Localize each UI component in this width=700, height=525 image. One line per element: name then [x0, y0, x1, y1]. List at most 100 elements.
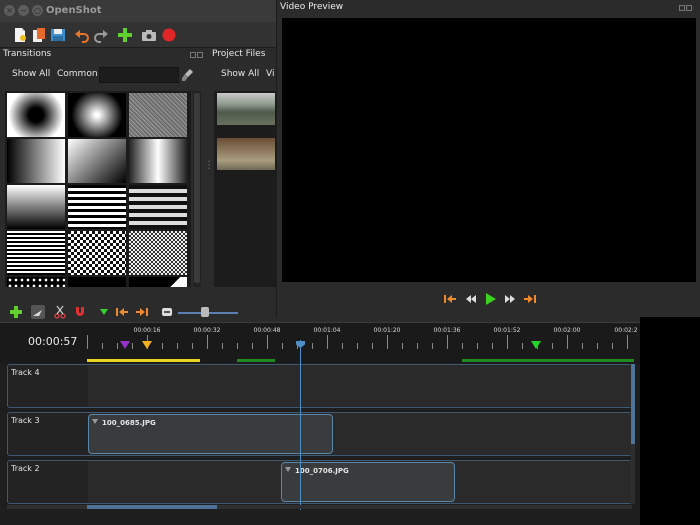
timeline-ruler[interactable]: 00:00:57 00:00:16 00:00:32 00:00:48 00:0… — [0, 323, 640, 363]
new-project-icon[interactable] — [12, 27, 28, 43]
track-2[interactable]: Track 2 100_0706.JPG — [7, 460, 632, 504]
clip-menu-icon[interactable] — [285, 467, 291, 472]
ruler-tick — [522, 343, 523, 349]
transition-thumbnail[interactable] — [68, 139, 126, 183]
ruler-tick — [267, 335, 268, 349]
ruler-tick — [237, 343, 238, 349]
ruler-tick — [192, 343, 193, 349]
track-label: Track 2 — [11, 464, 40, 473]
track-3[interactable]: Track 3 100_0685.JPG — [7, 412, 632, 456]
panel-splitter-handle[interactable]: ⋮ — [204, 160, 214, 180]
ruler-tick — [282, 343, 283, 349]
transition-thumbnail[interactable] — [7, 93, 65, 137]
transition-thumbnail[interactable] — [129, 185, 187, 229]
open-project-icon[interactable] — [31, 27, 47, 43]
preview-panel-buttons[interactable] — [679, 4, 695, 12]
track-4[interactable]: Track 4 — [7, 364, 632, 408]
close-window-icon[interactable]: × — [4, 5, 15, 16]
project-files-show-all-button[interactable]: Show All — [221, 69, 259, 79]
minimize-window-icon[interactable]: − — [18, 5, 29, 16]
rewind-icon[interactable] — [464, 292, 478, 306]
profile-icon[interactable] — [141, 27, 157, 43]
playhead-line[interactable] — [300, 340, 301, 510]
ruler-tick — [327, 335, 328, 349]
file-thumbnail[interactable] — [217, 93, 275, 125]
transitions-common-button[interactable]: Common — [57, 69, 98, 79]
jump-start-icon[interactable] — [443, 292, 457, 306]
transition-thumbnail[interactable] — [7, 231, 65, 275]
timeline: 00:00:57 00:00:16 00:00:32 00:00:48 00:0… — [0, 322, 640, 525]
snapping-icon[interactable] — [73, 305, 87, 319]
file-thumbnail[interactable] — [217, 138, 275, 170]
ruler-tick — [162, 343, 163, 349]
maximize-window-icon[interactable]: ○ — [32, 5, 43, 16]
marker-yellow[interactable] — [142, 341, 152, 349]
clip[interactable]: 100_0706.JPG — [281, 462, 455, 502]
transitions-filter-input[interactable] — [99, 67, 179, 83]
playback-controls — [277, 282, 700, 317]
video-canvas[interactable] — [282, 18, 696, 282]
ruler-tick — [432, 343, 433, 349]
transitions-show-all-button[interactable]: Show All — [12, 69, 50, 79]
ruler-tick — [207, 335, 208, 349]
track-lane[interactable] — [88, 365, 631, 407]
save-project-icon[interactable] — [50, 27, 66, 43]
fast-forward-icon[interactable] — [503, 292, 517, 306]
track-label: Track 3 — [11, 416, 40, 425]
tick-label: 00:00:32 — [193, 327, 221, 334]
transition-thumbnail[interactable] — [129, 277, 187, 287]
project-files-panel-header: Project Files — [210, 48, 276, 62]
project-files-title: Project Files — [212, 49, 266, 59]
project-files-list — [214, 91, 276, 287]
record-icon[interactable] — [161, 27, 177, 43]
transition-thumbnail[interactable] — [129, 231, 187, 275]
title-bar: × − ○ OpenShot — [0, 0, 276, 22]
transition-thumbnail[interactable] — [129, 93, 187, 137]
timeline-toolbar — [0, 302, 276, 322]
add-track-icon[interactable] — [9, 305, 23, 319]
play-icon[interactable] — [483, 292, 497, 306]
transition-thumbnail[interactable] — [129, 139, 187, 183]
arrow-icon[interactable] — [31, 305, 45, 319]
ruler-tick — [342, 343, 343, 349]
transition-thumbnail[interactable] — [7, 185, 65, 229]
transition-thumbnail[interactable] — [68, 277, 126, 287]
transition-thumbnail[interactable] — [68, 93, 126, 137]
marker-green[interactable] — [531, 341, 541, 349]
ruler-tick — [117, 343, 118, 349]
transitions-grid — [5, 91, 191, 287]
clip[interactable]: 100_0685.JPG — [88, 414, 333, 454]
transitions-filter-bar: Show All Common — [0, 66, 210, 86]
timeline-vertical-scrollbar[interactable] — [631, 364, 635, 504]
transition-thumbnail[interactable] — [7, 139, 65, 183]
tick-label: 00:01:04 — [313, 327, 341, 334]
project-files-video-button[interactable]: Vi — [266, 69, 274, 79]
redo-icon[interactable] — [93, 27, 109, 43]
razor-icon[interactable] — [53, 305, 67, 319]
ruler-tick — [597, 343, 598, 349]
transition-thumbnail[interactable] — [68, 185, 126, 229]
timeline-horizontal-scrollbar[interactable] — [7, 505, 632, 509]
ruler-tick — [447, 335, 448, 349]
marker-purple[interactable] — [120, 341, 130, 349]
import-files-icon[interactable] — [117, 27, 133, 43]
transitions-panel-header: Transitions — [0, 48, 210, 62]
clear-filter-icon[interactable] — [181, 68, 195, 82]
tick-label: 00:01:36 — [433, 327, 461, 334]
tick-label: 00:00:48 — [253, 327, 281, 334]
next-marker-icon[interactable] — [135, 305, 149, 319]
track-label: Track 4 — [11, 368, 40, 377]
ruler-tick — [222, 343, 223, 349]
clip-menu-icon[interactable] — [92, 419, 98, 424]
transition-thumbnail[interactable] — [7, 277, 65, 287]
jump-end-icon[interactable] — [523, 292, 537, 306]
transitions-scrollbar[interactable] — [193, 91, 201, 287]
add-marker-icon[interactable] — [97, 305, 111, 319]
ruler-tick — [177, 343, 178, 349]
undo-icon[interactable] — [74, 27, 90, 43]
previous-marker-icon[interactable] — [115, 305, 129, 319]
video-preview-title: Video Preview — [280, 2, 344, 12]
transition-thumbnail[interactable] — [68, 231, 126, 275]
transitions-panel-buttons[interactable] — [190, 51, 206, 59]
zoom-slider-handle[interactable] — [201, 307, 209, 317]
